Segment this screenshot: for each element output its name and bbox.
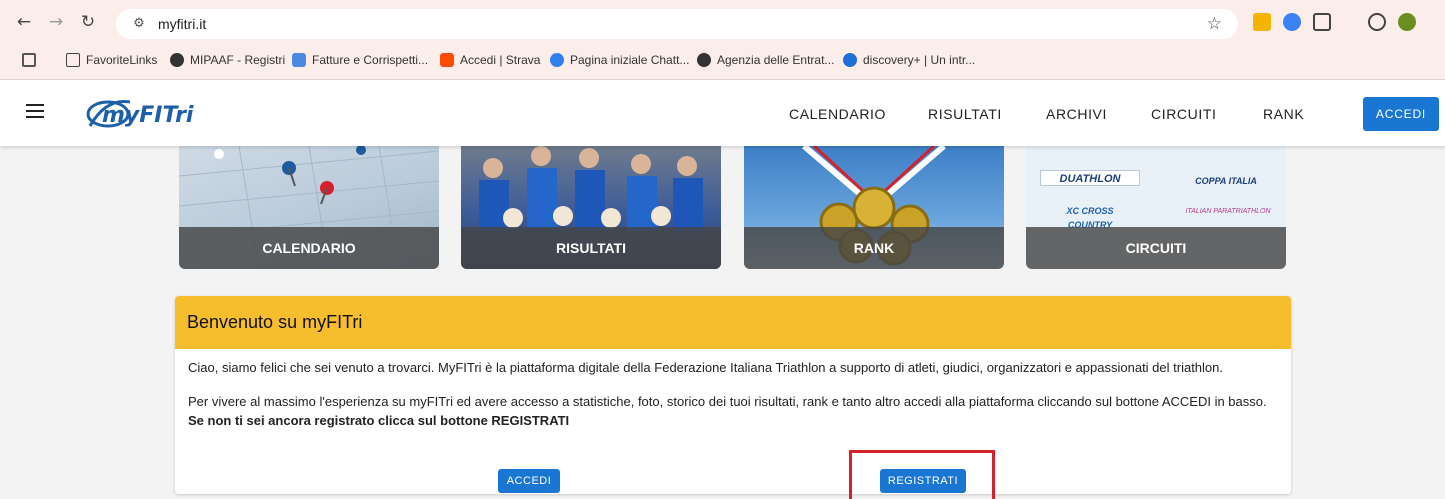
tile-label: CIRCUITI <box>1026 227 1286 269</box>
folder-icon <box>66 53 80 67</box>
xc-cross-country-logo: XC CROSS COUNTRY <box>1066 206 1114 230</box>
bookmark-item[interactable]: FavoriteLinks <box>66 53 157 67</box>
tile-risultati[interactable]: RISULTATI <box>461 146 721 269</box>
bookmark-item[interactable]: Fatture e Corrispetti... <box>292 53 428 67</box>
tile-label: RISULTATI <box>461 227 721 269</box>
bookmark-item[interactable]: Accedi | Strava <box>440 53 540 67</box>
discovery-icon <box>843 53 857 67</box>
welcome-card: Benvenuto su myFITri Ciao, siamo felici … <box>175 296 1291 494</box>
apps-grid-icon[interactable] <box>22 53 42 67</box>
welcome-paragraph: Per vivere al massimo l'esperienza su my… <box>188 392 1278 430</box>
welcome-paragraph-bold: Se non ti sei ancora registrato clicca s… <box>188 413 570 428</box>
nav-circuiti[interactable]: CIRCUITI <box>1151 106 1216 122</box>
duathlon-logo: DUATHLON <box>1040 170 1140 186</box>
nav-calendario[interactable]: CALENDARIO <box>789 106 886 122</box>
globe-icon <box>697 53 711 67</box>
coppa-italia-logo: COPPA ITALIA <box>1195 176 1257 186</box>
tile-calendario[interactable]: CALENDARIO <box>179 146 439 269</box>
extension-icon[interactable] <box>1368 13 1386 31</box>
tile-label: CALENDARIO <box>179 227 439 269</box>
extensions-puzzle-icon[interactable] <box>1313 13 1331 31</box>
menu-icon[interactable] <box>26 104 44 118</box>
welcome-title: Benvenuto su myFITri <box>175 296 1291 349</box>
bookmark-item[interactable]: discovery+ | Un intr... <box>843 53 975 67</box>
bookmark-item[interactable]: Agenzia delle Entrat... <box>697 53 834 67</box>
highlight-box <box>849 450 995 499</box>
welcome-body: Ciao, siamo felici che sei venuto a trov… <box>175 349 1291 430</box>
extension-icon[interactable] <box>1253 13 1271 31</box>
globe-icon <box>170 53 184 67</box>
bookmark-item[interactable]: MIPAAF - Registri <box>170 53 285 67</box>
address-url[interactable]: myfitri.it <box>158 16 206 32</box>
nav-rank[interactable]: RANK <box>1263 106 1304 122</box>
bookmark-label: Agenzia delle Entrat... <box>717 53 835 67</box>
site-header: myFITri CALENDARIO RISULTATI ARCHIVI CIR… <box>0 80 1445 146</box>
paratriathlon-logo: ITALIAN PARATRIATHLON <box>1185 208 1271 215</box>
tile-rank[interactable]: RANK <box>744 146 1004 269</box>
welcome-paragraph-text: Per vivere al massimo l'esperienza su my… <box>188 394 1267 409</box>
bookmark-label: Pagina iniziale Chatt... <box>570 53 690 67</box>
bookmark-label: MIPAAF - Registri <box>190 53 286 67</box>
browser-toolbar: ← → ↻ ⚙ myfitri.it ☆ <box>0 0 1445 44</box>
bookmark-item[interactable]: Pagina iniziale Chatt... <box>550 53 689 67</box>
bookmark-label: discovery+ | Un intr... <box>863 53 976 67</box>
site-settings-icon[interactable]: ⚙ <box>130 15 148 33</box>
nav-risultati[interactable]: RISULTATI <box>928 106 1002 122</box>
strava-icon <box>440 53 454 67</box>
bookmark-label: FavoriteLinks <box>86 53 158 67</box>
site-favicon <box>292 53 306 67</box>
bookmark-label: Accedi | Strava <box>460 53 541 67</box>
chat-icon <box>550 53 564 67</box>
svg-text:myFITri: myFITri <box>102 103 194 128</box>
bookmark-label: Fatture e Corrispetti... <box>312 53 429 67</box>
accedi-button[interactable]: ACCEDI <box>1363 97 1439 131</box>
site-logo[interactable]: myFITri <box>86 92 226 134</box>
tile-circuiti[interactable]: DUATHLON COPPA ITALIA XC CROSS COUNTRY I… <box>1026 146 1286 269</box>
forward-icon[interactable]: → <box>46 12 66 32</box>
tile-label: RANK <box>744 227 1004 269</box>
nav-archivi[interactable]: ARCHIVI <box>1046 106 1107 122</box>
accedi-button[interactable]: ACCEDI <box>498 469 560 493</box>
reload-icon[interactable]: ↻ <box>78 12 98 32</box>
address-bar[interactable]: ⚙ myfitri.it ☆ <box>116 9 1238 39</box>
back-icon[interactable]: ← <box>14 12 34 32</box>
bookmark-star-icon[interactable]: ☆ <box>1207 14 1222 34</box>
welcome-paragraph: Ciao, siamo felici che sei venuto a trov… <box>188 360 1223 375</box>
extension-icon[interactable] <box>1283 13 1301 31</box>
profile-avatar[interactable] <box>1398 13 1416 31</box>
bookmarks-bar: FavoriteLinks MIPAAF - Registri Fatture … <box>0 44 1445 80</box>
